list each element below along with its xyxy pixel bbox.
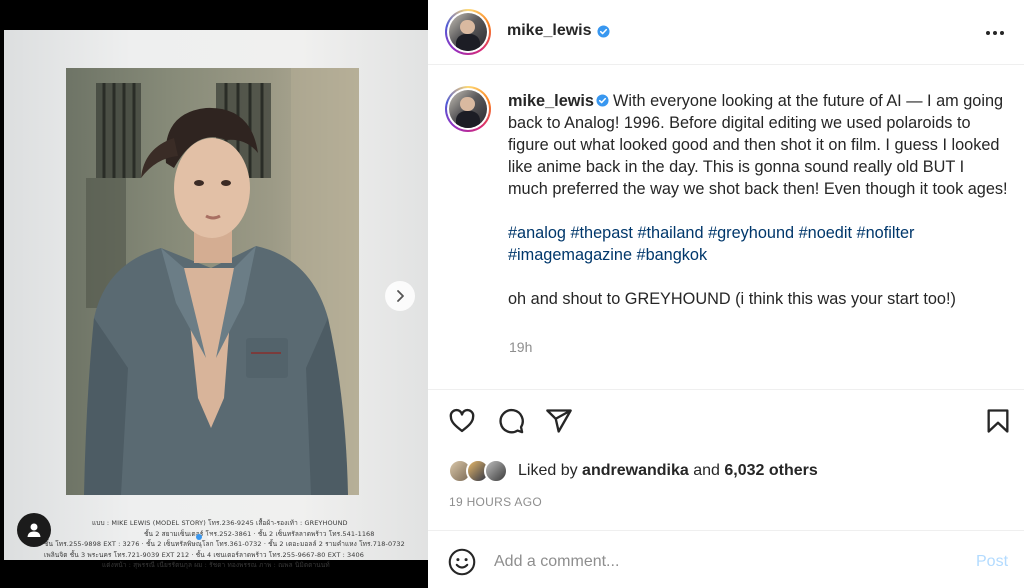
caption-username[interactable]: mike_lewis	[508, 92, 594, 110]
instagram-post-view: แบบ : MIKE LEWIS (MODEL STORY) โทร.236-9…	[0, 0, 1024, 588]
comment-input[interactable]	[494, 548, 954, 576]
likes-summary: Liked by andrewandika and 6,032 others	[448, 458, 818, 484]
model-photo-illustration	[84, 68, 359, 495]
liker-username[interactable]: andrewandika	[582, 462, 689, 479]
post-details-panel: mike_lewis mike_lewis With everyone looki…	[428, 0, 1024, 588]
and-word: and	[693, 462, 720, 479]
post-comment-button[interactable]: Post	[976, 553, 1008, 571]
next-slide-button[interactable]	[385, 281, 415, 311]
credit-line: แบบ : MIKE LEWIS (MODEL STORY) โทร.236-9…	[92, 519, 348, 527]
chevron-right-icon	[397, 290, 404, 302]
likes-text: Liked by andrewandika and 6,032 others	[518, 462, 818, 480]
like-button[interactable]	[445, 404, 479, 438]
user-tag-icon	[27, 523, 41, 537]
heart-icon	[449, 408, 475, 433]
liker-avatars	[448, 459, 512, 483]
author-username-text[interactable]: mike_lewis	[507, 22, 592, 40]
credit-line: เพลินจิต ชั้น 3 พระนคร โทร.721-9039 EXT …	[44, 550, 364, 559]
caption-author-avatar[interactable]	[445, 86, 491, 132]
post-caption: mike_lewis With everyone looking at the f…	[508, 90, 1008, 332]
credit-line: ชั้น โทร.255-9898 EXT : 3276 · ชั้น 2 เซ…	[44, 540, 405, 548]
comment-button[interactable]	[494, 404, 528, 438]
more-options-button[interactable]	[983, 24, 1007, 42]
liked-by-prefix: Liked by	[518, 462, 578, 479]
comment-composer: Post	[428, 531, 1024, 588]
more-icon	[986, 31, 990, 35]
liker-avatar[interactable]	[484, 459, 508, 483]
post-actions	[428, 404, 1024, 438]
share-button[interactable]	[542, 404, 576, 438]
emoji-icon[interactable]	[448, 548, 476, 576]
divider	[428, 389, 1024, 390]
tagged-users-button[interactable]	[17, 513, 51, 547]
author-avatar[interactable]	[445, 9, 491, 55]
carousel-dot	[207, 534, 213, 540]
post-header: mike_lewis	[428, 0, 1024, 65]
hashtags: #analog #thepast #thailand #greyhound #n…	[508, 222, 1008, 266]
magazine-page: แบบ : MIKE LEWIS (MODEL STORY) โทร.236-9…	[4, 30, 428, 569]
post-media[interactable]: แบบ : MIKE LEWIS (MODEL STORY) โทร.236-9…	[0, 0, 428, 588]
author-username[interactable]: mike_lewis	[507, 22, 610, 40]
credit-line: ชั้น 2 สยามเซ็นเตอร์ โทร.252-3861 · ชั้น…	[144, 529, 375, 538]
posted-time[interactable]: 19 HOURS AGO	[449, 495, 542, 509]
share-icon	[546, 409, 572, 433]
model-photo	[66, 68, 359, 495]
likes-count-link[interactable]: 6,032 others	[724, 462, 817, 479]
carousel-dot-active	[196, 534, 202, 540]
verified-badge-icon	[596, 94, 609, 107]
comment-icon	[499, 408, 524, 434]
save-button[interactable]	[981, 404, 1015, 438]
carousel-indicator	[196, 534, 213, 540]
caption-timestamp[interactable]: 19h	[509, 339, 532, 355]
credit-line: แต่งหน้า : สุพรรณี เนียรรัตนกุล ผม : รัช…	[102, 561, 330, 569]
hashtag-links-line1[interactable]: #analog #thepast #thailand #greyhound #n…	[508, 224, 914, 242]
magazine-credits: แบบ : MIKE LEWIS (MODEL STORY) โทร.236-9…	[44, 518, 419, 571]
verified-badge-icon	[596, 24, 610, 38]
bookmark-icon	[987, 409, 1009, 433]
hashtag-links-line2[interactable]: #imagemagazine #bangkok	[508, 246, 707, 264]
shoutout-text: oh and shout to GREYHOUND (i think this …	[508, 290, 956, 308]
